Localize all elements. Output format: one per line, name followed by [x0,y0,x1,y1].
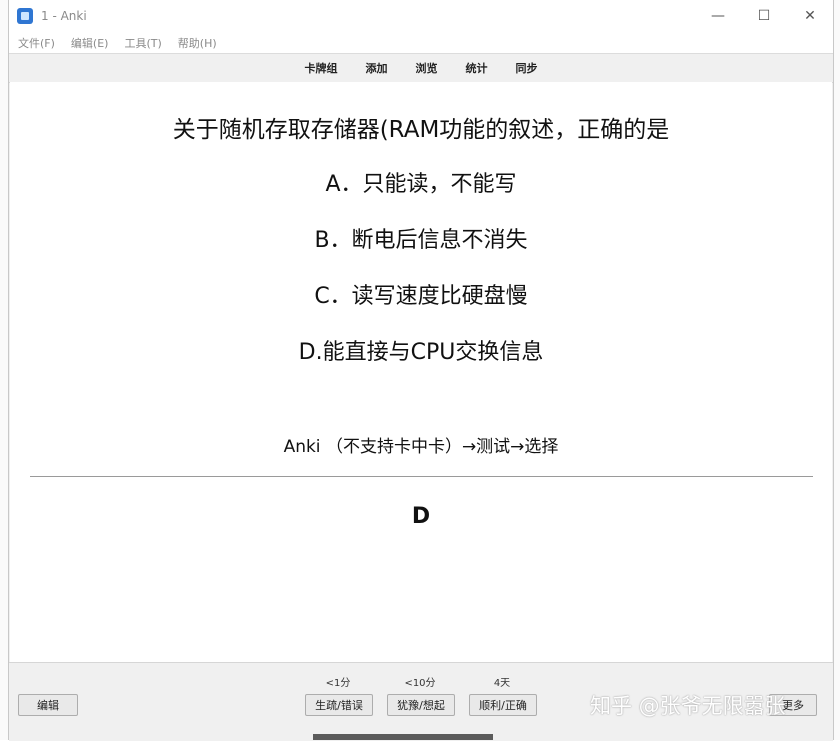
option-b: B．断电后信息不消失 [314,228,528,253]
option-c: C．读写速度比硬盘慢 [314,284,528,309]
again-button[interactable]: 生疏/错误 [305,694,373,716]
option-d: D.能直接与CPU交换信息 [298,340,544,365]
interval-again: <1分 [325,678,351,689]
watermark: 知乎 @张爷无限嚣张 [590,694,786,718]
top-toolbar: 卡牌组 添加 浏览 统计 同步 [9,53,833,83]
window-controls: — ☐ ✕ [695,0,833,32]
edit-button[interactable]: 编辑 [18,694,78,716]
anki-app-icon [17,8,33,24]
taskbar-peek [313,734,493,740]
card-view: 关于随机存取存储器(RAM功能的叙述，正确的是 A．只能读，不能写 B．断电后信… [10,82,832,662]
answer-text: D [411,504,431,529]
menu-help[interactable]: 帮助(H) [178,35,217,51]
maximize-button[interactable]: ☐ [741,0,787,32]
menu-tools[interactable]: 工具(T) [124,35,161,51]
toolbar-decks[interactable]: 卡牌组 [291,60,352,76]
titlebar: 1 - Anki — ☐ ✕ [9,0,833,32]
good-button[interactable]: 顺利/正确 [469,694,537,716]
answer-divider [30,476,813,477]
desktop-edge-left [0,0,8,740]
toolbar-sync[interactable]: 同步 [502,60,552,76]
interval-good: 4天 [493,678,511,689]
menu-bar: 文件(F) 编辑(E) 工具(T) 帮助(H) [9,32,833,53]
interval-hard: <10分 [404,678,436,689]
window-title: 1 - Anki [41,9,87,23]
card-tags: Anki （不支持卡中卡）→测试→选择 [283,437,559,457]
option-a: A．只能读，不能写 [325,172,517,197]
menu-file[interactable]: 文件(F) [18,35,55,51]
minimize-button[interactable]: — [695,0,741,32]
question-text: 关于随机存取存储器(RAM功能的叙述，正确的是 [172,117,670,143]
toolbar-add[interactable]: 添加 [352,60,402,76]
hard-button[interactable]: 犹豫/想起 [387,694,455,716]
toolbar-browse[interactable]: 浏览 [402,60,452,76]
close-button[interactable]: ✕ [787,0,833,32]
toolbar-stats[interactable]: 统计 [452,60,502,76]
menu-edit[interactable]: 编辑(E) [71,35,109,51]
anki-window: 1 - Anki — ☐ ✕ 文件(F) 编辑(E) 工具(T) 帮助(H) 卡… [8,0,834,741]
